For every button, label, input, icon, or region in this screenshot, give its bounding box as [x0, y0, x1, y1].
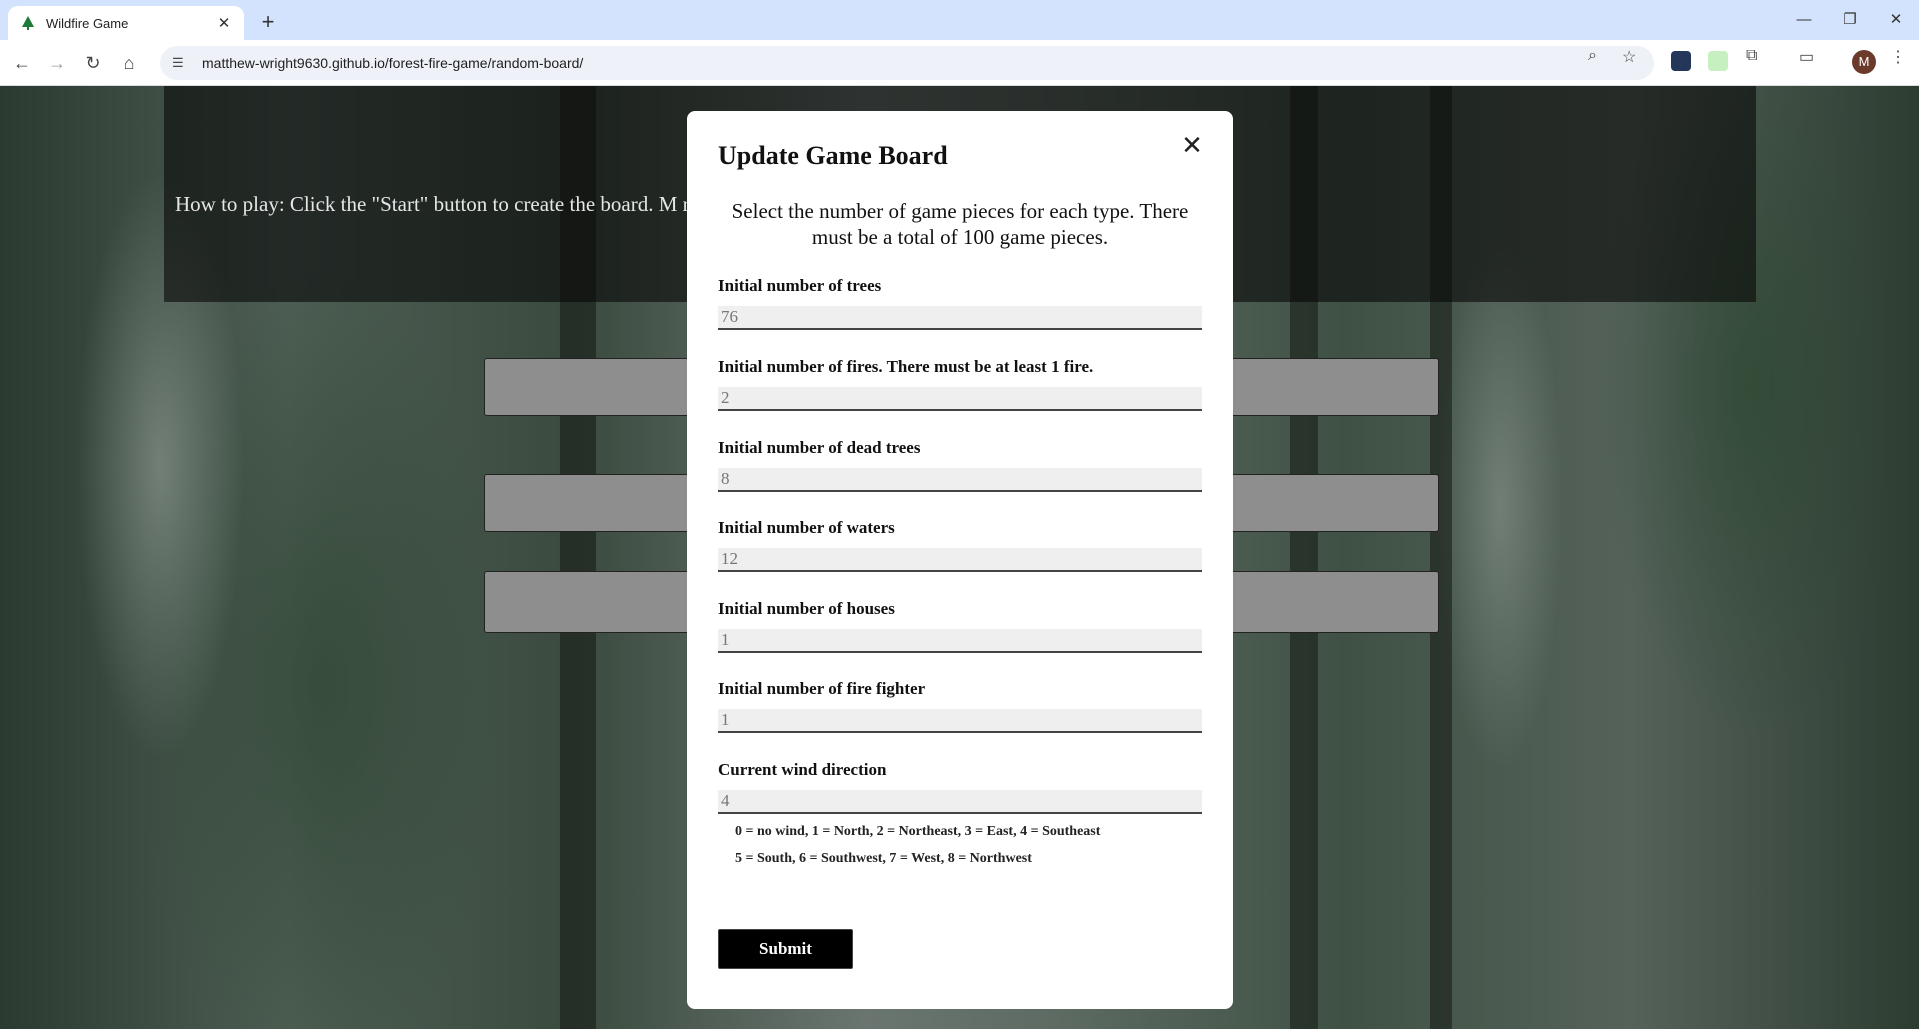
dead-trees-input[interactable]	[718, 468, 1202, 492]
houses-input[interactable]	[718, 629, 1202, 653]
dead-trees-label: Initial number of dead trees	[718, 438, 921, 457]
waters-label: Initial number of waters	[718, 518, 895, 537]
zoom-icon[interactable]: ⌕	[1588, 47, 1597, 65]
fires-input[interactable]	[718, 387, 1202, 411]
modal-title: Update Game Board	[718, 141, 948, 170]
submit-button[interactable]: Submit	[718, 929, 853, 969]
tree-icon	[20, 15, 36, 31]
close-window-button[interactable]: ✕	[1873, 0, 1919, 40]
star-icon[interactable]: ☆	[1622, 47, 1636, 67]
waters-input[interactable]	[718, 548, 1202, 572]
forward-arrow-icon[interactable]: →	[43, 49, 71, 77]
close-icon[interactable]: ✕	[1177, 131, 1207, 161]
reload-icon[interactable]: ↻	[79, 49, 107, 77]
puzzle-icon[interactable]: ⧉	[1746, 47, 1757, 65]
houses-label: Initial number of houses	[718, 599, 895, 618]
back-arrow-icon[interactable]: ←	[8, 49, 36, 77]
avatar[interactable]: M	[1852, 50, 1876, 74]
fire-fighter-label: Initial number of fire fighter	[718, 679, 926, 698]
wind-help-line-2: 5 = South, 6 = Southwest, 7 = West, 8 = …	[735, 851, 1032, 866]
extension-icon[interactable]	[1671, 51, 1691, 71]
close-tab-icon[interactable]: ✕	[214, 14, 234, 32]
browser-tab[interactable]: Wildfire Game ✕	[8, 6, 244, 40]
wind-help-line-1: 0 = no wind, 1 = North, 2 = Northeast, 3…	[735, 824, 1101, 839]
url-text: matthew-wright9630.github.io/forest-fire…	[202, 55, 584, 71]
wind-direction-input[interactable]	[718, 790, 1202, 814]
browser-tab-strip: Wildfire Game ✕ + — ❐ ✕	[0, 0, 1919, 40]
home-icon[interactable]: ⌂	[115, 49, 143, 77]
tab-search-icon[interactable]: ▭	[1799, 47, 1814, 67]
restore-button[interactable]: ❐	[1827, 0, 1873, 40]
address-bar[interactable]: ☰ matthew-wright9630.github.io/forest-fi…	[160, 46, 1654, 80]
browser-toolbar: ← → ↻ ⌂ ☰ matthew-wright9630.github.io/f…	[0, 40, 1919, 86]
wind-direction-label: Current wind direction	[718, 760, 887, 779]
modal-description: Select the number of game pieces for eac…	[731, 199, 1189, 249]
new-tab-button[interactable]: +	[254, 8, 282, 36]
fire-fighter-input[interactable]	[718, 709, 1202, 733]
trees-input[interactable]	[718, 306, 1202, 330]
extension-icon[interactable]	[1708, 51, 1728, 71]
site-info-icon[interactable]: ☰	[172, 55, 192, 71]
trees-label: Initial number of trees	[718, 276, 882, 295]
update-board-modal: Update Game Board ✕ Select the number of…	[687, 111, 1233, 1009]
minimize-button[interactable]: —	[1781, 0, 1827, 40]
fires-label: Initial number of fires. There must be a…	[718, 357, 1094, 376]
tab-title: Wildfire Game	[46, 15, 129, 31]
menu-icon[interactable]: ⋮	[1890, 47, 1906, 67]
